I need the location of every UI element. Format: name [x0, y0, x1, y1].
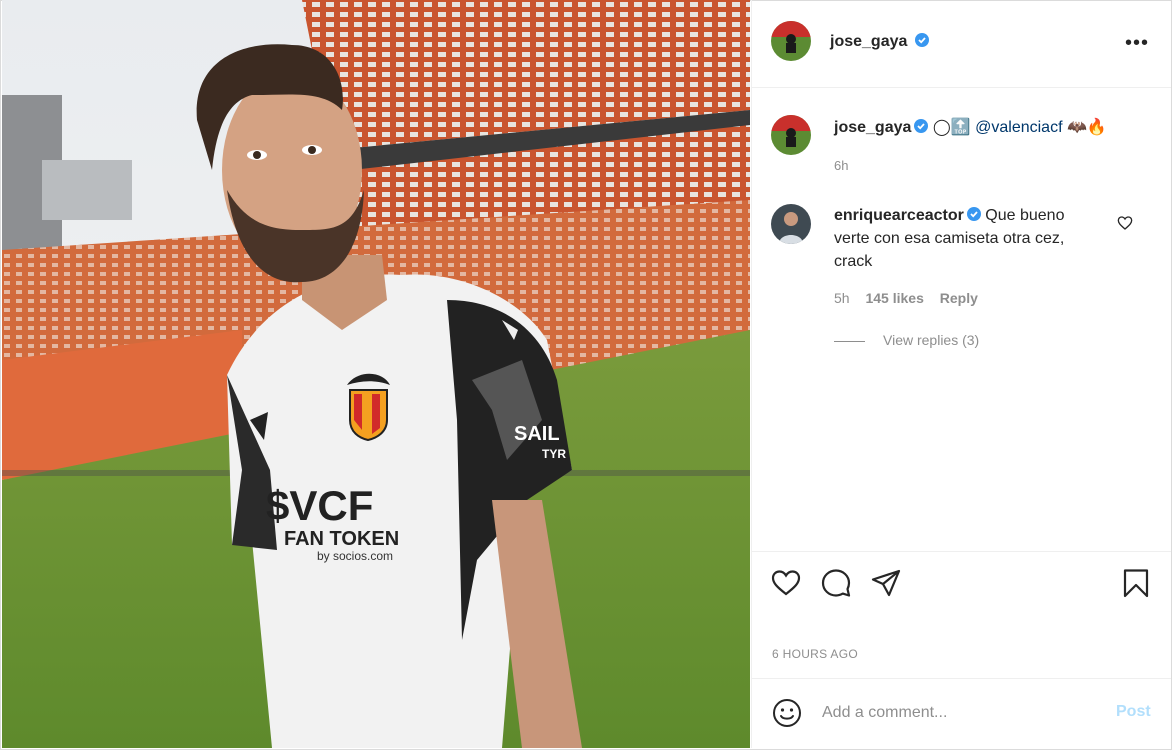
post-photo[interactable]: $VCF FAN TOKEN by socios.com SAIL TYR — [2, 0, 750, 748]
comment-time[interactable]: 5h — [834, 290, 850, 306]
comment-body: enriquearceactor Que bueno verte con esa… — [834, 204, 1104, 273]
caption-avatar[interactable] — [771, 115, 811, 155]
author-name-row: jose_gaya — [830, 33, 929, 51]
paper-plane-icon[interactable] — [870, 567, 902, 599]
author-username[interactable]: jose_gaya — [830, 33, 907, 50]
caption-emoji-suffix: 🦇🔥 — [1066, 119, 1107, 136]
replies-divider — [834, 340, 865, 342]
comment-like-heart-icon[interactable] — [1117, 215, 1133, 231]
commenter-avatar-image — [771, 204, 811, 244]
emoji-smile-icon[interactable] — [771, 697, 803, 729]
add-comment-bar: Post — [752, 678, 1171, 749]
caption-avatar-image — [771, 115, 811, 155]
comment-likes[interactable]: 145 likes — [865, 290, 923, 306]
caption-time[interactable]: 6h — [834, 158, 848, 173]
caption-emoji-prefix: ◯🔝 — [932, 119, 971, 136]
caption-mention-link[interactable]: @valenciacf — [975, 119, 1062, 136]
verified-badge-icon — [966, 207, 981, 221]
view-replies-link[interactable]: View replies (3) — [834, 332, 979, 348]
shirt-sleeve-subtext: TYR — [542, 447, 566, 461]
author-avatar-image — [771, 21, 811, 61]
caption-text: jose_gaya ◯🔝 @valenciacf 🦇🔥 — [834, 117, 1154, 139]
add-comment-input[interactable] — [822, 701, 1082, 725]
comment-reply-button[interactable]: Reply — [940, 290, 978, 306]
post-comment-button[interactable]: Post — [1116, 703, 1151, 721]
post-timestamp[interactable]: 6 HOURS AGO — [772, 647, 858, 661]
heart-icon[interactable] — [770, 567, 802, 599]
caption-username[interactable]: jose_gaya — [834, 119, 911, 136]
commenter-avatar[interactable] — [771, 204, 811, 244]
post-side-panel: jose_gaya ••• jose_gaya ◯🔝 @valenciacf 🦇… — [751, 0, 1171, 748]
verified-badge-icon — [914, 119, 929, 133]
view-replies-label: View replies (3) — [883, 332, 980, 348]
comment-icon[interactable] — [820, 567, 852, 599]
post-photo-image: $VCF FAN TOKEN by socios.com SAIL TYR — [2, 0, 750, 748]
commenter-username[interactable]: enriquearceactor — [834, 207, 964, 224]
shirt-sponsor-mid: FAN TOKEN — [284, 528, 399, 550]
post-actions-bar — [752, 551, 1171, 612]
more-options-icon[interactable]: ••• — [1125, 33, 1149, 53]
verified-badge-icon — [914, 33, 929, 47]
post-header: jose_gaya ••• — [752, 0, 1171, 88]
comment-meta: 5h 145 likes Reply — [834, 290, 990, 306]
bookmark-icon[interactable] — [1120, 567, 1152, 599]
shirt-sponsor-top: $VCF — [266, 482, 373, 529]
shirt-sponsor-bottom: by socios.com — [317, 549, 393, 563]
author-avatar[interactable] — [771, 21, 811, 61]
shirt-sleeve-text: SAIL — [514, 423, 560, 445]
